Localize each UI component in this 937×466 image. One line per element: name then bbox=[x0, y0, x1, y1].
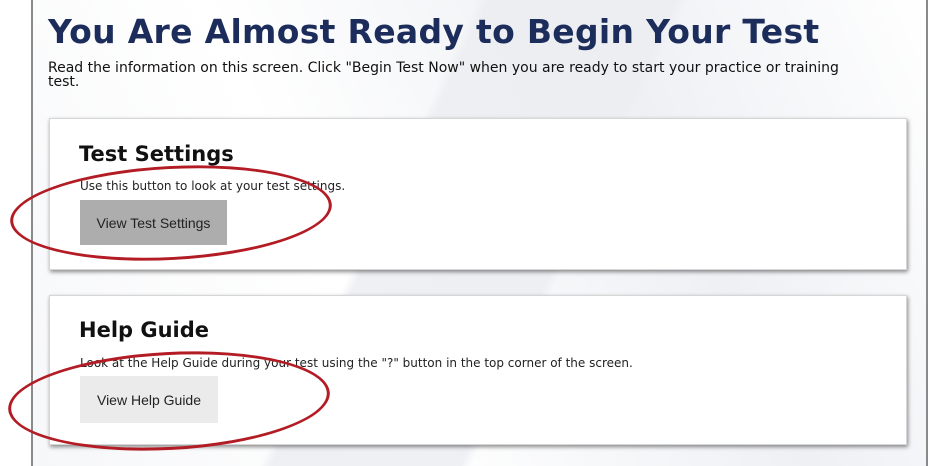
intro-text: Read the information on this screen. Cli… bbox=[48, 60, 839, 90]
test-settings-description: Use this button to look at your test set… bbox=[80, 179, 346, 193]
test-settings-card: Test Settings Use this button to look at… bbox=[49, 118, 907, 270]
help-guide-heading: Help Guide bbox=[79, 318, 210, 342]
help-guide-card: Help Guide Look at the Help Guide during… bbox=[49, 295, 907, 445]
view-help-guide-button[interactable]: View Help Guide bbox=[80, 376, 218, 423]
page-title: You Are Almost Ready to Begin Your Test bbox=[48, 12, 820, 51]
test-settings-heading: Test Settings bbox=[79, 142, 234, 166]
help-guide-description: Look at the Help Guide during your test … bbox=[80, 356, 633, 370]
view-test-settings-button[interactable]: View Test Settings bbox=[80, 200, 227, 245]
